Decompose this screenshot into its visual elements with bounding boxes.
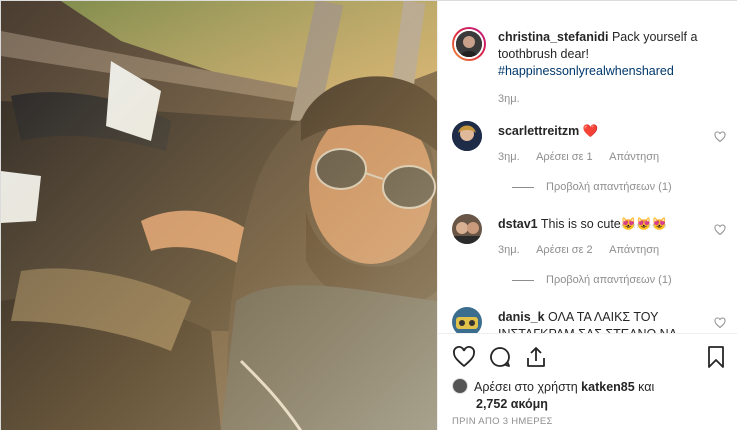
author-avatar[interactable]	[452, 27, 486, 61]
post-actions: Αρέσει στο χρήστη katken85 και 2,752 ακό…	[438, 333, 737, 430]
like-comment-heart-icon[interactable]	[714, 317, 726, 329]
save-bookmark-icon[interactable]	[704, 345, 728, 369]
post-photo[interactable]	[1, 1, 437, 430]
liker-avatar[interactable]	[452, 378, 468, 394]
view-replies-button[interactable]: Προβολή απαντήσεων (1)	[512, 274, 672, 286]
instagram-post-modal: christina_stefanidi Pack yourself a toot…	[0, 0, 737, 430]
comment-meta: 3ημ. Αρέσει σε 1 Απάντηση	[498, 151, 673, 163]
reply-button[interactable]: Απάντηση	[609, 244, 659, 256]
comment-body: This is so cute😻😻😻	[540, 217, 668, 231]
comments-list[interactable]: christina_stefanidi Pack yourself a toot…	[438, 1, 737, 333]
caption-time-text: 3ημ.	[498, 93, 520, 105]
commenter-avatar[interactable]	[452, 214, 482, 244]
comment-item: dstav1 This is so cute😻😻😻 3ημ. Αρέσει σε…	[452, 214, 732, 294]
post-timestamp: ΠΡΙΝ ΑΠΟ 3 ΗΜΕΡΕΣ	[452, 416, 553, 427]
view-replies-label: Προβολή απαντήσεων (1)	[546, 181, 672, 193]
author-username[interactable]: christina_stefanidi	[498, 30, 608, 44]
replies-divider	[512, 279, 534, 281]
like-comment-heart-icon[interactable]	[714, 131, 726, 143]
comment-meta: 3ημ. Αρέσει σε 2 Απάντηση	[498, 244, 673, 256]
photo-illustration	[1, 1, 437, 430]
comment-username[interactable]: scarlettreitzm	[498, 124, 579, 138]
commenter-avatar[interactable]	[452, 307, 482, 333]
comment-text: danis_k ΟΛΑ ΤΑ ΛΑΙΚΣ ΤΟΥ ΙΝΣΤΑΓΚΡΑΜ ΣΑΣ …	[498, 309, 708, 333]
comment-item: scarlettreitzm ❤️ 3ημ. Αρέσει σε 1 Απάντ…	[452, 121, 732, 201]
comment-username[interactable]: danis_k	[498, 310, 545, 324]
view-replies-button[interactable]: Προβολή απαντήσεων (1)	[512, 181, 672, 193]
comment-bubble-icon[interactable]	[488, 345, 512, 369]
comment-text: dstav1 This is so cute😻😻😻	[498, 216, 708, 233]
comment-username[interactable]: dstav1	[498, 217, 538, 231]
like-comment-heart-icon[interactable]	[714, 224, 726, 236]
caption-time: 3ημ.	[498, 93, 534, 105]
comment-time: 3ημ.	[498, 151, 520, 163]
comment-item: danis_k ΟΛΑ ΤΑ ΛΑΙΚΣ ΤΟΥ ΙΝΣΤΑΓΚΡΑΜ ΣΑΣ …	[452, 307, 732, 333]
post-caption: christina_stefanidi Pack yourself a toot…	[452, 27, 732, 109]
like-heart-icon[interactable]	[452, 345, 476, 369]
caption-hashtag[interactable]: #happinessonlyrealwhenshared	[498, 64, 674, 78]
likes-count[interactable]: 2,752 ακόμη	[452, 397, 548, 411]
caption-text: christina_stefanidi Pack yourself a toot…	[498, 29, 708, 80]
replies-divider	[512, 186, 534, 188]
post-sidebar: christina_stefanidi Pack yourself a toot…	[437, 1, 737, 430]
reply-button[interactable]: Απάντηση	[609, 151, 659, 163]
share-icon[interactable]	[524, 345, 548, 369]
comment-likes[interactable]: Αρέσει σε 1	[536, 151, 593, 163]
liked-by-joiner: και	[638, 380, 655, 394]
liked-by-user[interactable]: katken85	[581, 380, 635, 394]
liked-by-prefix: Αρέσει στο χρήστη	[474, 380, 578, 394]
comment-time: 3ημ.	[498, 244, 520, 256]
comment-text: scarlettreitzm ❤️	[498, 123, 708, 140]
comment-likes[interactable]: Αρέσει σε 2	[536, 244, 593, 256]
comment-body: ❤️	[582, 124, 599, 138]
liked-by: Αρέσει στο χρήστη katken85 και 2,752 ακό…	[452, 378, 722, 413]
commenter-avatar[interactable]	[452, 121, 482, 151]
view-replies-label: Προβολή απαντήσεων (1)	[546, 274, 672, 286]
